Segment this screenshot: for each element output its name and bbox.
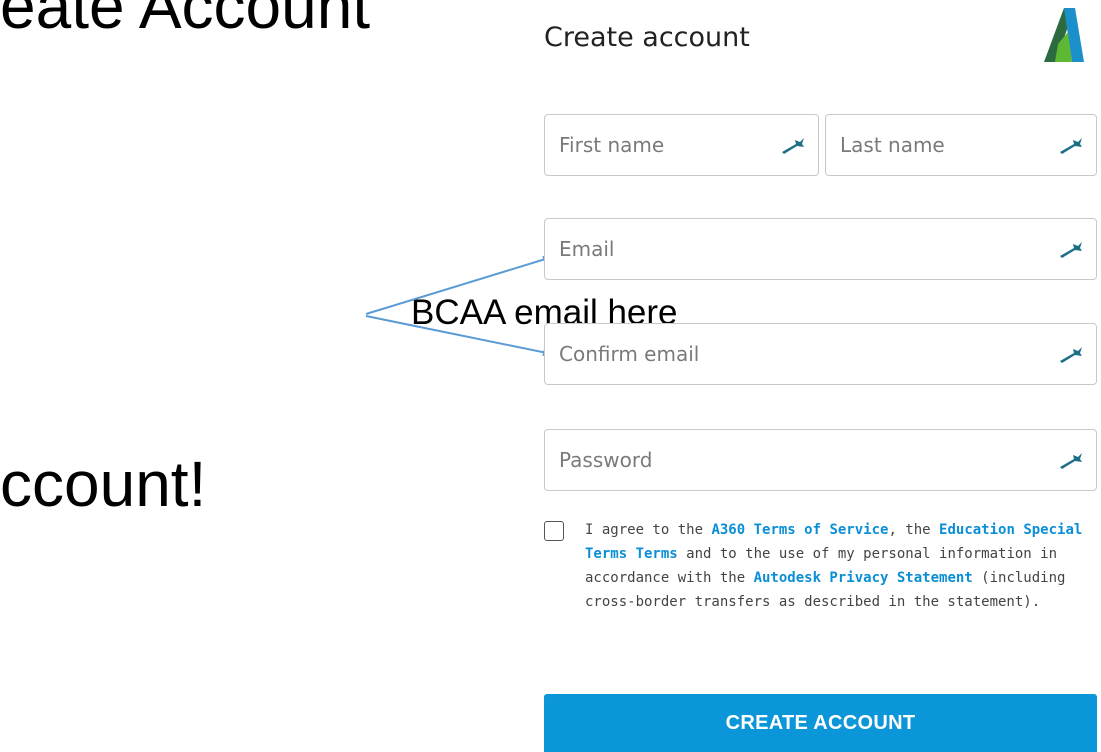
- password-manager-key-icon[interactable]: [1058, 344, 1084, 364]
- confirm-email-field[interactable]: [544, 323, 1097, 385]
- last-name-field[interactable]: [825, 114, 1097, 176]
- password-input[interactable]: [545, 430, 1096, 490]
- password-manager-key-icon[interactable]: [1058, 450, 1084, 470]
- privacy-statement-link[interactable]: Autodesk Privacy Statement: [754, 570, 973, 586]
- slide-body-text: ccount!: [0, 448, 207, 520]
- a360-terms-link[interactable]: A360 Terms of Service: [711, 522, 888, 538]
- terms-text: I agree to the A360 Terms of Service, th…: [585, 518, 1097, 614]
- email-input[interactable]: [545, 219, 1096, 279]
- form-title: Create account: [544, 22, 750, 53]
- first-name-input[interactable]: [545, 115, 818, 175]
- autodesk-logo-icon: [1044, 8, 1084, 62]
- terms-text-part: , the: [888, 522, 940, 538]
- password-field[interactable]: [544, 429, 1097, 491]
- terms-checkbox[interactable]: [544, 521, 564, 541]
- create-account-button[interactable]: CREATE ACCOUNT: [544, 694, 1097, 752]
- password-manager-key-icon[interactable]: [1058, 135, 1084, 155]
- password-manager-key-icon[interactable]: [780, 135, 806, 155]
- terms-text-part: I agree to the: [585, 522, 712, 538]
- slide-title: eate Account: [0, 0, 371, 42]
- first-name-field[interactable]: [544, 114, 819, 176]
- last-name-input[interactable]: [826, 115, 1096, 175]
- password-manager-key-icon[interactable]: [1058, 239, 1084, 259]
- confirm-email-input[interactable]: [545, 324, 1096, 384]
- email-field[interactable]: [544, 218, 1097, 280]
